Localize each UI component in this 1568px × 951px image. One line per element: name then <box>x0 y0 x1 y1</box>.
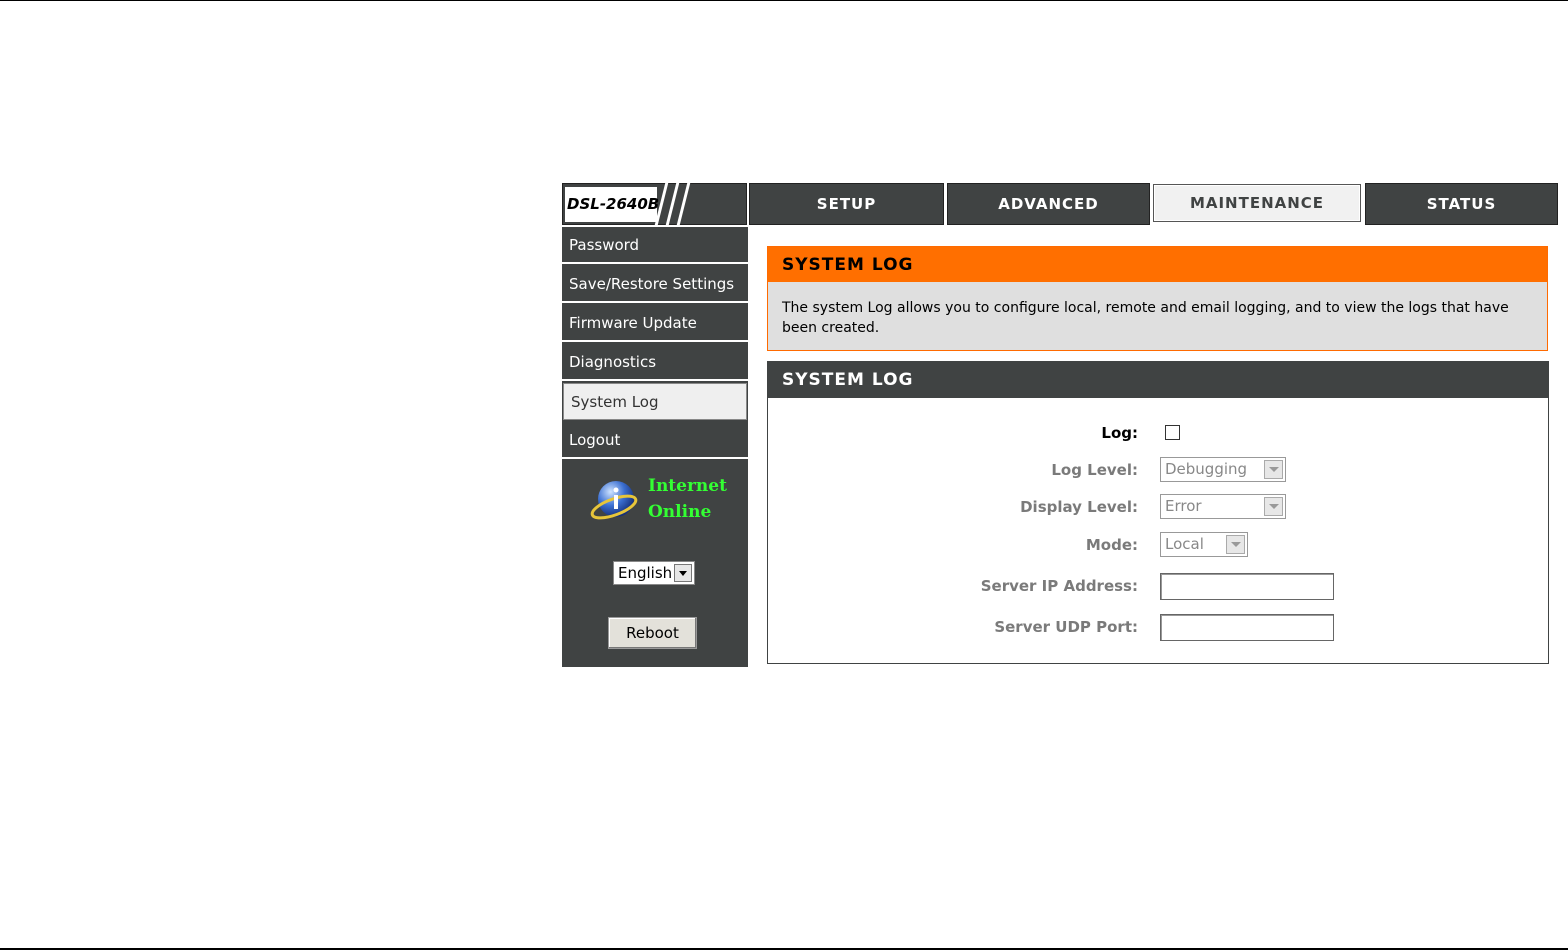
log-level-value: Debugging <box>1165 460 1248 478</box>
server-udp-port-input[interactable] <box>1160 614 1334 641</box>
brand-logo: DSL-2640B <box>562 182 747 226</box>
mode-value: Local <box>1165 535 1204 553</box>
mode-select[interactable]: Local <box>1160 532 1248 557</box>
log-checkbox[interactable] <box>1165 425 1180 440</box>
sidebar-item-password[interactable]: Password <box>562 227 748 264</box>
chevron-down-icon[interactable] <box>1264 460 1283 479</box>
chevron-down-icon[interactable] <box>1264 497 1283 516</box>
log-level-label: Log Level: <box>1051 461 1138 479</box>
language-select[interactable]: English <box>613 561 695 585</box>
info-panel-title: SYSTEM LOG <box>768 247 1547 282</box>
model-name: DSL-2640B <box>567 195 660 213</box>
internet-status-line2: Online <box>648 502 712 522</box>
system-log-form: SYSTEM LOG Log: Log Level: Debugging Dis… <box>767 361 1549 664</box>
tab-status[interactable]: STATUS <box>1365 183 1558 225</box>
info-panel-description: The system Log allows you to configure l… <box>782 300 1509 336</box>
display-level-value: Error <box>1165 497 1202 515</box>
server-udp-port-label: Server UDP Port: <box>994 618 1138 636</box>
page-bottom-rule <box>0 948 1568 950</box>
server-ip-input[interactable] <box>1160 573 1334 600</box>
sidebar-item-logout[interactable]: Logout <box>562 422 748 459</box>
sidebar-item-system-log[interactable]: System Log <box>563 383 747 420</box>
tab-setup[interactable]: SETUP <box>749 183 944 225</box>
sidebar-item-diagnostics[interactable]: Diagnostics <box>562 344 748 381</box>
chevron-down-icon[interactable] <box>1226 535 1245 554</box>
form-panel-title: SYSTEM LOG <box>768 362 1548 398</box>
tab-maintenance[interactable]: MAINTENANCE <box>1153 184 1361 222</box>
globe-info-icon <box>590 481 638 520</box>
language-select-value: English <box>618 564 673 582</box>
display-level-select[interactable]: Error <box>1160 494 1286 519</box>
tab-advanced[interactable]: ADVANCED <box>947 183 1150 225</box>
log-label: Log: <box>1101 424 1138 442</box>
sidebar-item-firmware-update[interactable]: Firmware Update <box>562 305 748 342</box>
display-level-label: Display Level: <box>1020 498 1138 516</box>
info-panel: SYSTEM LOG The system Log allows you to … <box>767 246 1548 351</box>
page-top-rule <box>0 0 1568 1</box>
sidebar: Password Save/Restore Settings Firmware … <box>562 227 748 667</box>
sidebar-item-save-restore-settings[interactable]: Save/Restore Settings <box>562 266 748 303</box>
internet-status: Internet Online <box>586 473 736 533</box>
mode-label: Mode: <box>1085 536 1138 554</box>
reboot-button[interactable]: Reboot <box>608 617 697 649</box>
top-nav: DSL-2640B SETUP ADVANCED MAINTENANCE STA… <box>562 182 1558 226</box>
chevron-down-icon[interactable] <box>674 564 692 582</box>
internet-status-line1: Internet <box>648 476 727 496</box>
server-ip-label: Server IP Address: <box>980 577 1138 595</box>
logo-slash-decoration <box>676 182 691 226</box>
log-level-select[interactable]: Debugging <box>1160 457 1286 482</box>
